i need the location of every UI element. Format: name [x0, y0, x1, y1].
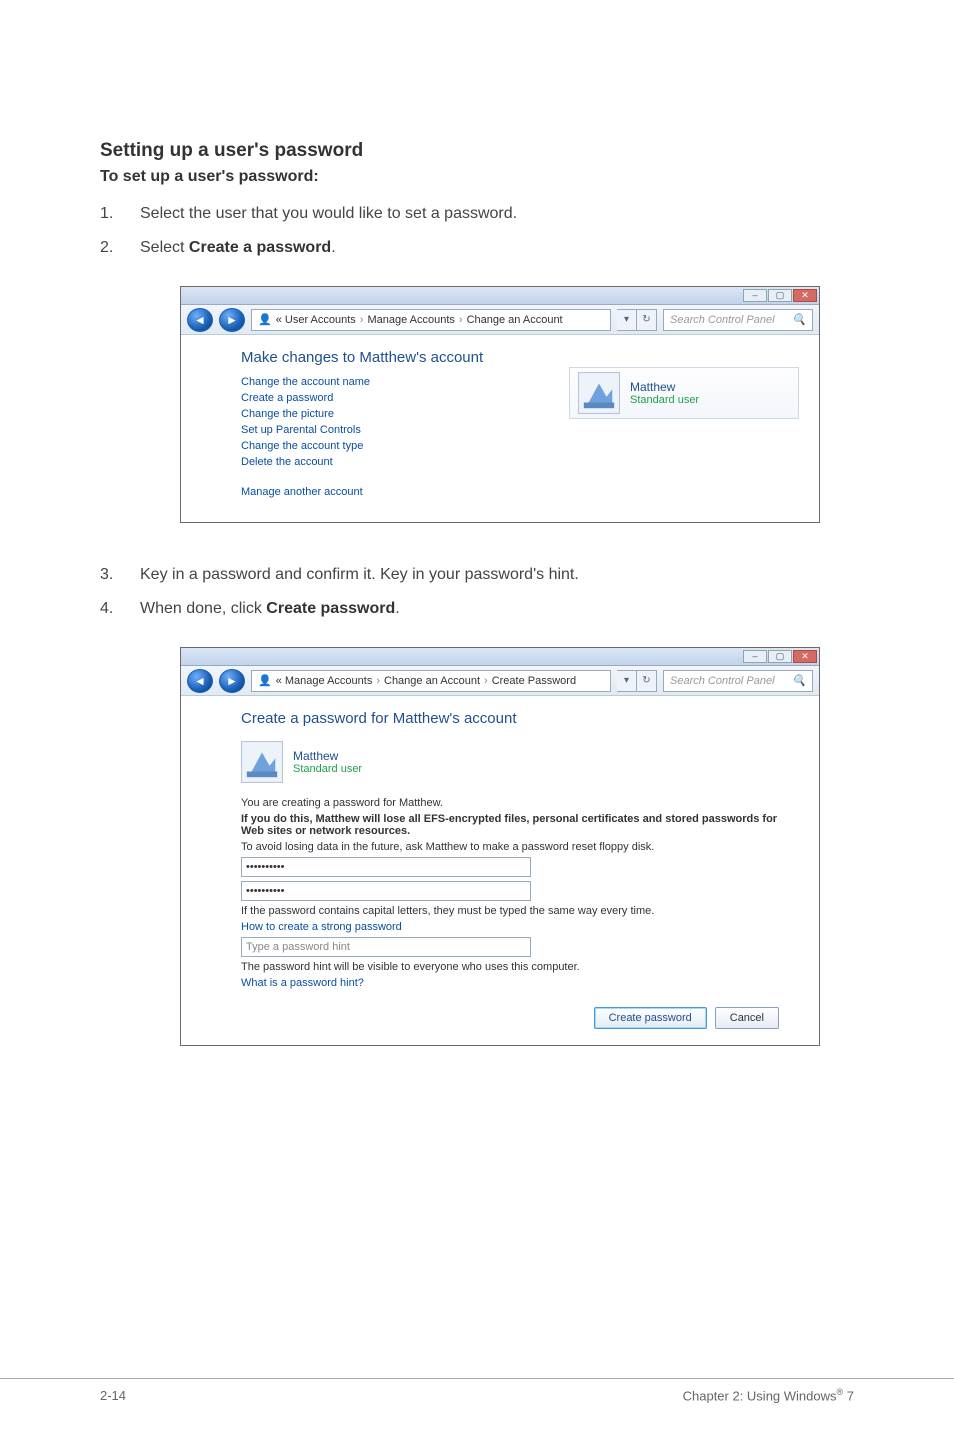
section-title: Setting up a user's password: [100, 140, 854, 162]
steps-list-2: 3. Key in a password and confirm it. Key…: [100, 563, 854, 621]
step-number: 1.: [100, 202, 140, 226]
step-bold: Create password: [266, 600, 395, 617]
search-icon: 🔍: [792, 674, 806, 687]
link-change-name[interactable]: Change the account name: [241, 376, 539, 388]
step-post: .: [395, 600, 399, 617]
minimize-button[interactable]: –: [743, 650, 767, 663]
link-what-is-hint[interactable]: What is a password hint?: [241, 977, 789, 989]
user-role: Standard user: [630, 394, 699, 406]
password-value: ••••••••••: [246, 861, 285, 873]
step-number: 3.: [100, 563, 140, 587]
password-field[interactable]: ••••••••••: [241, 857, 531, 877]
link-manage-another[interactable]: Manage another account: [241, 486, 539, 498]
maximize-button[interactable]: ▢: [768, 650, 792, 663]
cancel-button[interactable]: Cancel: [715, 1007, 779, 1029]
screenshot-create-password: – ▢ ✕ ◄ ► 👤 « Manage Accounts› Change an…: [180, 647, 820, 1046]
create-password-button[interactable]: Create password: [594, 1007, 707, 1029]
avatar-icon: [580, 374, 618, 412]
window-content: Make changes to Matthew's account Change…: [181, 335, 819, 522]
step-bold: Create a password: [189, 239, 331, 256]
page-body: Setting up a user's password To set up a…: [0, 0, 954, 1378]
search-input[interactable]: Search Control Panel 🔍: [663, 670, 813, 692]
steps-list-1: 1. Select the user that you would like t…: [100, 202, 854, 260]
creating-note: You are creating a password for Matthew.: [241, 797, 789, 809]
folder-icon: 👤: [258, 674, 272, 687]
breadcrumb[interactable]: Manage Accounts: [367, 314, 454, 326]
avatar: [241, 741, 283, 783]
search-input[interactable]: Search Control Panel 🔍: [663, 309, 813, 331]
chapter-label: Chapter 2: Using Windows® 7: [683, 1387, 854, 1403]
forward-button[interactable]: ►: [219, 669, 245, 693]
back-button[interactable]: ◄: [187, 308, 213, 332]
chapter-post: 7: [843, 1388, 854, 1403]
content-title: Make changes to Matthew's account: [241, 349, 539, 366]
avoid-note: To avoid losing data in the future, ask …: [241, 841, 789, 853]
breadcrumb[interactable]: Create Password: [492, 675, 576, 687]
dropdown-button[interactable]: ▾: [617, 309, 637, 331]
search-placeholder: Search Control Panel: [670, 675, 775, 687]
warning-text: If you do this, Matthew will lose all EF…: [241, 813, 789, 837]
step-post: .: [331, 239, 335, 256]
refresh-button[interactable]: ↻: [637, 309, 657, 331]
link-parental-controls[interactable]: Set up Parental Controls: [241, 424, 539, 436]
avatar-icon: [243, 743, 281, 781]
hint-note: The password hint will be visible to eve…: [241, 961, 789, 973]
page-number: 2-14: [100, 1388, 126, 1403]
address-bar[interactable]: 👤 « Manage Accounts› Change an Account› …: [251, 670, 611, 692]
link-delete-account[interactable]: Delete the account: [241, 456, 539, 468]
user-name: Matthew: [293, 749, 362, 763]
step-number: 4.: [100, 597, 140, 621]
breadcrumb[interactable]: Change an Account: [384, 675, 480, 687]
hint-placeholder: Type a password hint: [246, 941, 350, 953]
step-text: Select Create a password.: [140, 236, 336, 260]
maximize-button[interactable]: ▢: [768, 289, 792, 302]
page-footer: 2-14 Chapter 2: Using Windows® 7: [0, 1378, 954, 1433]
user-card: Matthew Standard user: [569, 367, 799, 419]
window-titlebar: – ▢ ✕: [181, 648, 819, 666]
folder-icon: 👤: [258, 313, 272, 326]
search-icon: 🔍: [792, 313, 806, 326]
forward-button[interactable]: ►: [219, 308, 245, 332]
confirm-password-field[interactable]: ••••••••••: [241, 881, 531, 901]
search-placeholder: Search Control Panel: [670, 314, 775, 326]
step-text: Key in a password and confirm it. Key in…: [140, 563, 579, 587]
link-change-type[interactable]: Change the account type: [241, 440, 539, 452]
breadcrumb[interactable]: Change an Account: [467, 314, 563, 326]
breadcrumb[interactable]: « User Accounts: [276, 314, 356, 326]
back-button[interactable]: ◄: [187, 669, 213, 693]
breadcrumb[interactable]: « Manage Accounts: [276, 675, 373, 687]
close-button[interactable]: ✕: [793, 650, 817, 663]
content-title: Create a password for Matthew's account: [241, 710, 789, 727]
refresh-button[interactable]: ↻: [637, 670, 657, 692]
password-hint-field[interactable]: Type a password hint: [241, 937, 531, 957]
link-change-picture[interactable]: Change the picture: [241, 408, 539, 420]
window-content: Create a password for Matthew's account …: [181, 696, 819, 1045]
dropdown-button[interactable]: ▾: [617, 670, 637, 692]
step-pre: Select: [140, 239, 189, 256]
caps-note: If the password contains capital letters…: [241, 905, 789, 917]
section-subhead: To set up a user's password:: [100, 168, 854, 186]
close-button[interactable]: ✕: [793, 289, 817, 302]
user-name: Matthew: [630, 380, 699, 394]
link-strong-password[interactable]: How to create a strong password: [241, 921, 789, 933]
minimize-button[interactable]: –: [743, 289, 767, 302]
step-text: Select the user that you would like to s…: [140, 202, 517, 226]
link-create-password[interactable]: Create a password: [241, 392, 539, 404]
step-number: 2.: [100, 236, 140, 260]
address-bar[interactable]: 👤 « User Accounts› Manage Accounts› Chan…: [251, 309, 611, 331]
step-text: When done, click Create password.: [140, 597, 400, 621]
password-value: ••••••••••: [246, 885, 285, 897]
nav-toolbar: ◄ ► 👤 « User Accounts› Manage Accounts› …: [181, 305, 819, 335]
screenshot-change-account: – ▢ ✕ ◄ ► 👤 « User Accounts› Manage Acco…: [180, 286, 820, 523]
chapter-pre: Chapter 2: Using Windows: [683, 1388, 837, 1403]
window-titlebar: – ▢ ✕: [181, 287, 819, 305]
nav-toolbar: ◄ ► 👤 « Manage Accounts› Change an Accou…: [181, 666, 819, 696]
avatar: [578, 372, 620, 414]
user-role: Standard user: [293, 763, 362, 775]
step-pre: When done, click: [140, 600, 266, 617]
